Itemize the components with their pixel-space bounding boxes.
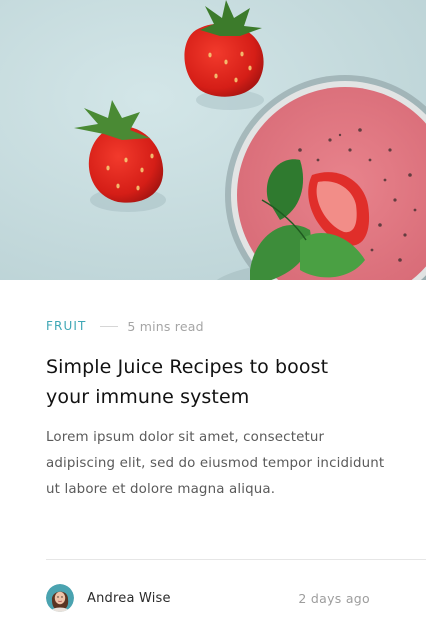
category-tag[interactable]: FRUIT xyxy=(46,319,86,333)
author-name[interactable]: Andrea Wise xyxy=(87,591,171,606)
hero-image[interactable] xyxy=(0,0,426,280)
strawberry-smoothie-illustration xyxy=(0,0,426,280)
article-card[interactable]: FRUIT 5 mins read Simple Juice Recipes t… xyxy=(0,0,426,636)
author-avatar[interactable] xyxy=(46,584,74,612)
post-date: 2 days ago xyxy=(298,590,370,606)
article-footer: Andrea Wise 2 days ago xyxy=(46,584,370,612)
article-meta: FRUIT 5 mins read xyxy=(46,317,204,335)
footer-divider xyxy=(46,559,426,560)
avatar-photo-icon xyxy=(46,584,74,612)
article-title[interactable]: Simple Juice Recipes to boost your immun… xyxy=(46,352,376,412)
article-excerpt: Lorem ipsum dolor sit amet, consectetur … xyxy=(46,430,385,497)
read-time: 5 mins read xyxy=(127,318,204,334)
meta-divider xyxy=(100,325,119,327)
